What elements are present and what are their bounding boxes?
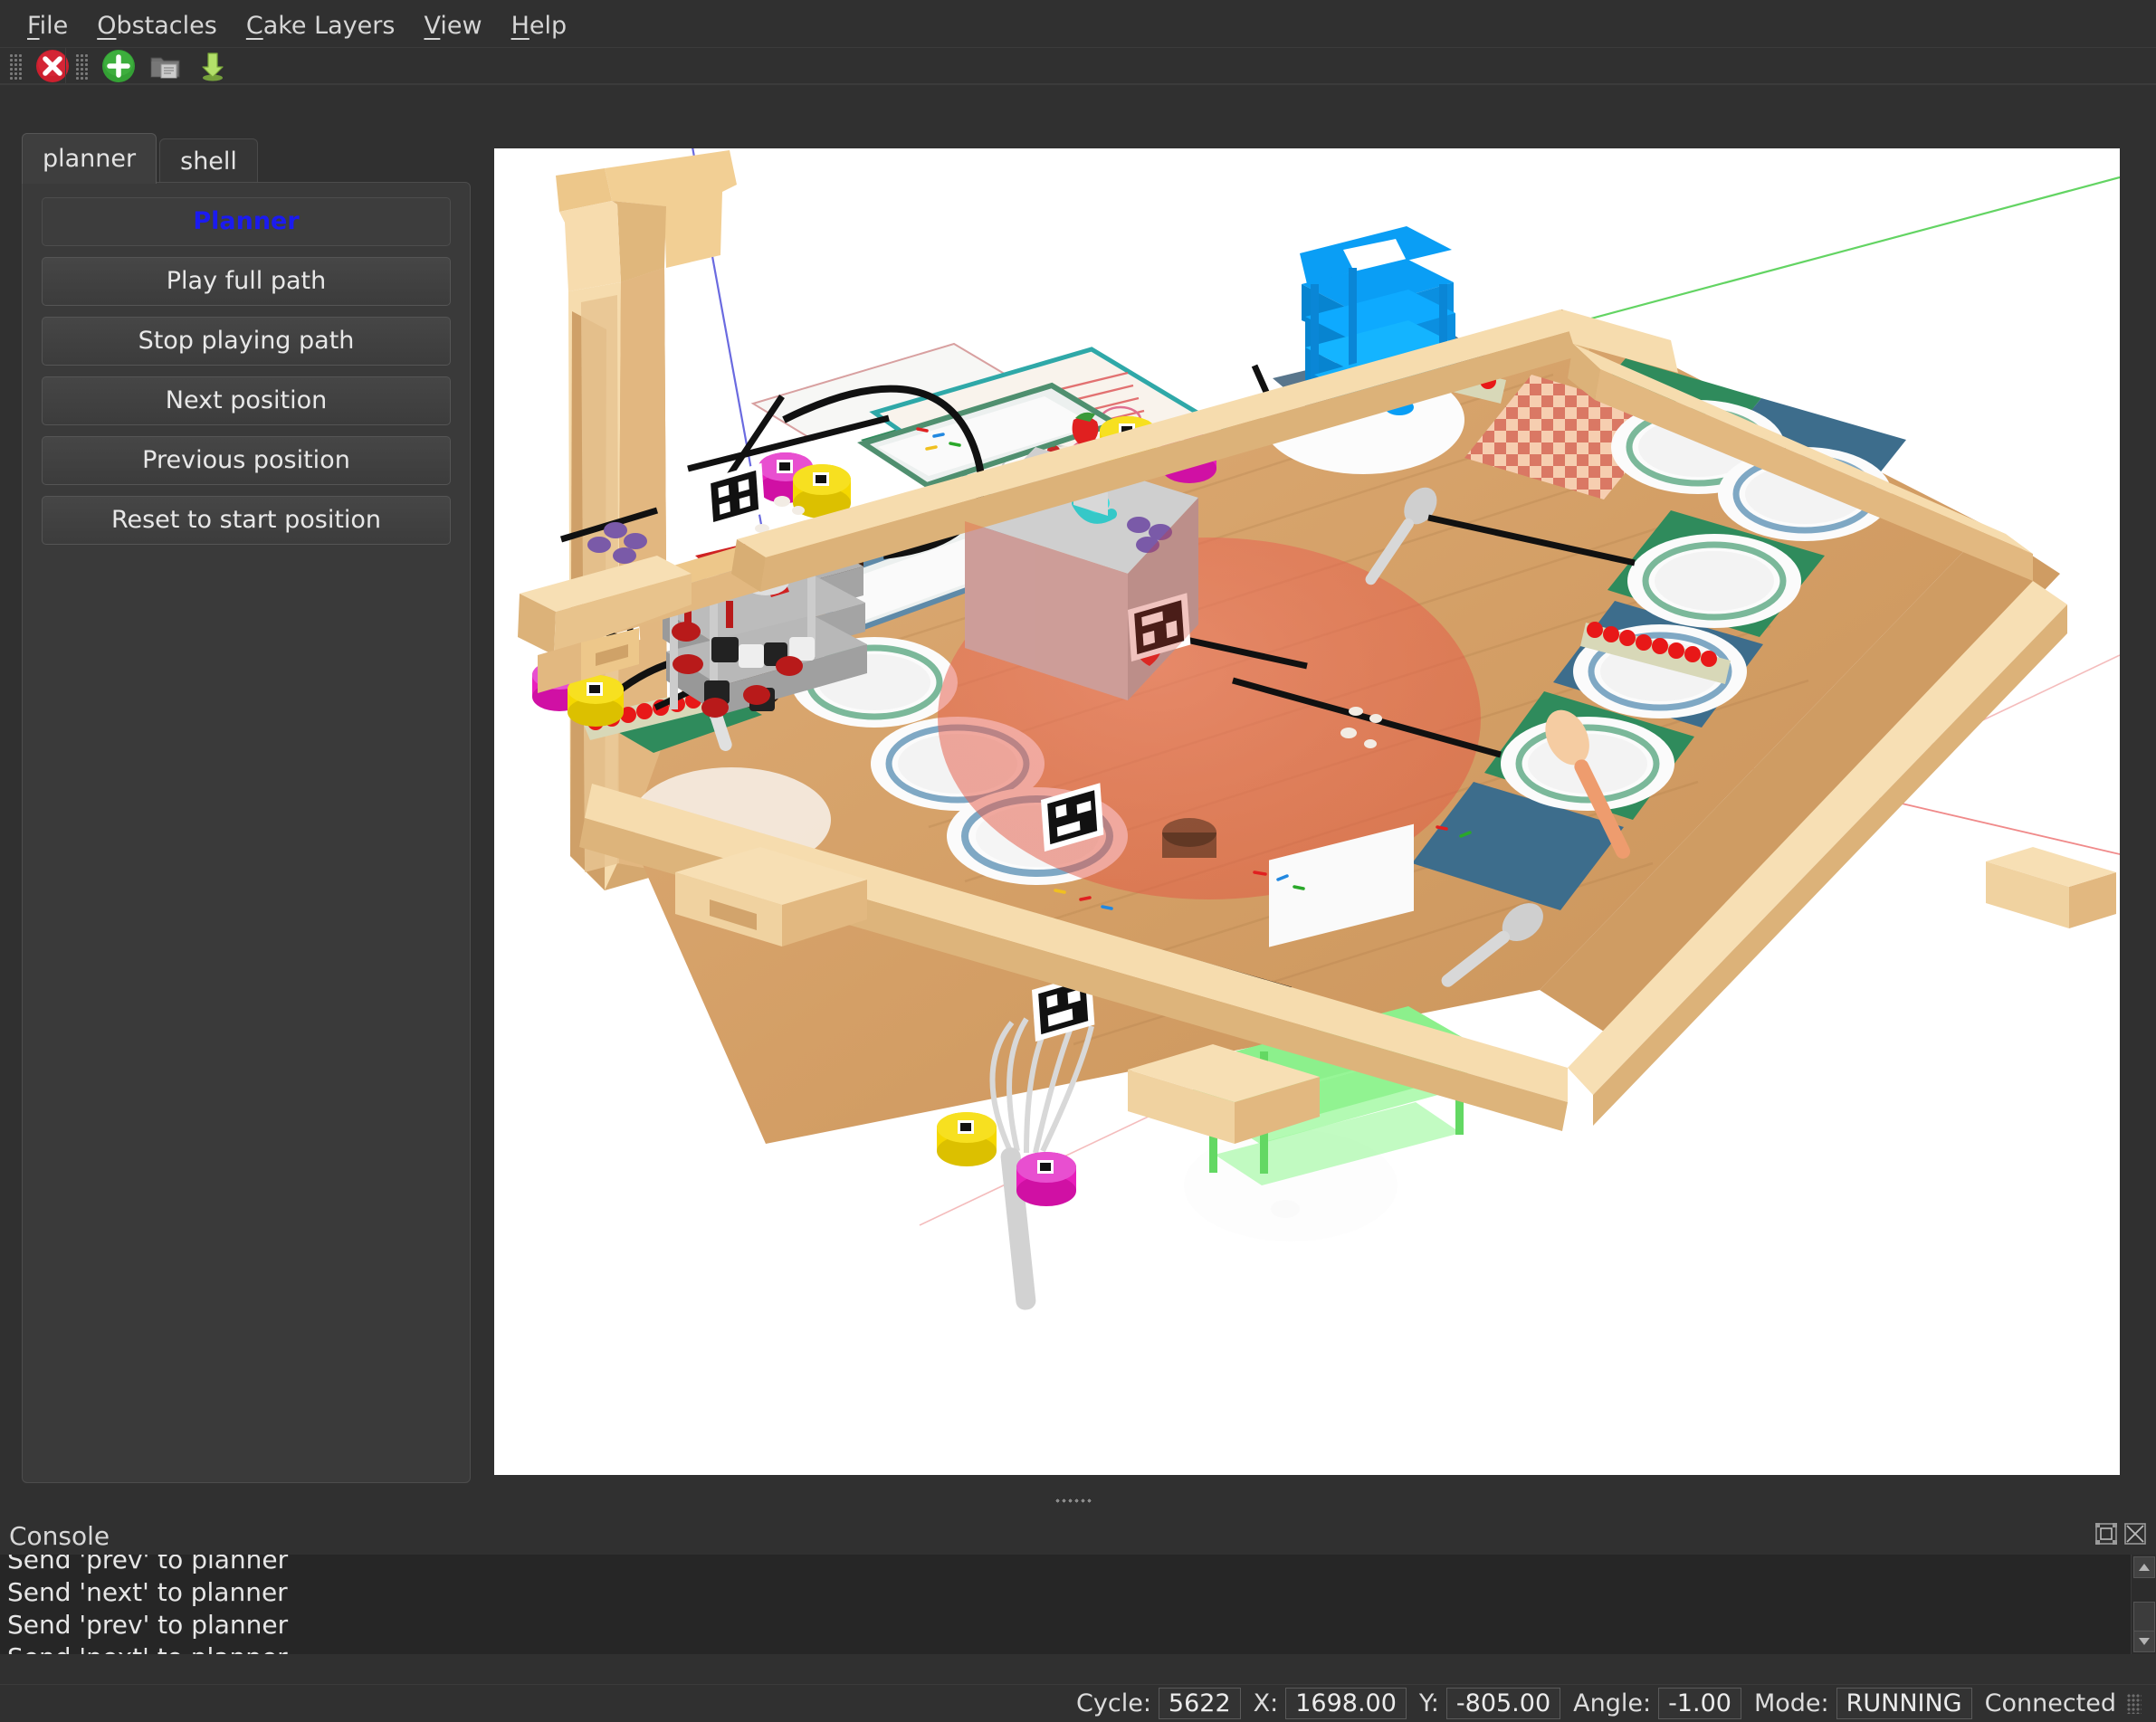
- dock-tab-bar: planner shell: [22, 133, 258, 184]
- planner-tab-page: Planner Play full path Stop playing path…: [22, 182, 471, 1483]
- close-icon[interactable]: [2123, 1522, 2147, 1546]
- tab-planner[interactable]: planner: [22, 133, 157, 184]
- add-button[interactable]: [95, 48, 142, 84]
- mode-label: Mode:: [1753, 1689, 1829, 1717]
- menu-item-obstacles[interactable]: Obstacles: [82, 10, 232, 42]
- download-button[interactable]: [189, 48, 236, 84]
- x-value: 1698.00: [1285, 1688, 1407, 1719]
- stop-playing-path-button[interactable]: Stop playing path: [42, 317, 451, 366]
- toolbar-drag-handle-2[interactable]: [75, 52, 88, 80]
- x-label: X:: [1253, 1689, 1279, 1717]
- menu-bar: File Obstacles Cake Layers View Help: [0, 4, 2156, 47]
- folder-document-icon: [150, 57, 180, 79]
- tab-shell[interactable]: shell: [159, 138, 258, 184]
- console-title: Console: [9, 1520, 110, 1551]
- chevron-up-icon: [2139, 1564, 2150, 1571]
- console-line-list: Send 'prev' to planner Send 'next' to pl…: [7, 1555, 288, 1654]
- menu-item-file[interactable]: File: [13, 10, 82, 42]
- cake-layer-yellow-4: [937, 1112, 997, 1166]
- toolbar: [0, 48, 2156, 84]
- open-document-button[interactable]: [142, 48, 189, 84]
- plate-green-right-2: [1627, 534, 1801, 628]
- console-header-icons: [2094, 1522, 2147, 1546]
- next-position-button[interactable]: Next position: [42, 376, 451, 425]
- toolbar-bottom-border: [0, 83, 2156, 85]
- tab-shell-label: shell: [180, 147, 237, 176]
- green-down-arrow-icon: [202, 52, 224, 81]
- console-dock: Console Send 'prev' to planner Send 'nex…: [0, 1517, 2156, 1687]
- play-full-path-button[interactable]: Play full path: [42, 257, 451, 306]
- bracket-far-right: [1986, 847, 2116, 928]
- y-label: Y:: [1418, 1689, 1439, 1717]
- status-bar: Cycle: 5622 X: 1698.00 Y: -805.00 Angle:…: [0, 1684, 2156, 1722]
- console-line: Send 'prev' to planner: [7, 1555, 289, 1575]
- planner-title: Planner: [42, 197, 451, 246]
- console-output[interactable]: Send 'prev' to planner Send 'next' to pl…: [0, 1555, 2156, 1654]
- console-line: Send 'next' to planner: [7, 1641, 288, 1654]
- cake-layer-magenta-4: [1016, 1152, 1076, 1206]
- console-line: Send 'prev' to planner: [7, 1610, 289, 1640]
- application-window: File Obstacles Cake Layers View Help pla…: [0, 0, 2156, 1722]
- angle-label: Angle:: [1573, 1689, 1652, 1717]
- console-line: Send 'next' to planner: [7, 1577, 288, 1607]
- cake-layer-brown-3: [1162, 818, 1216, 858]
- tab-planner-label: planner: [43, 145, 137, 173]
- chevron-down-icon: [2139, 1638, 2150, 1645]
- menu-item-view[interactable]: View: [409, 10, 496, 42]
- splitter-grip-dots: [1055, 1498, 1092, 1504]
- angle-value: -1.00: [1658, 1688, 1741, 1719]
- float-dock-icon[interactable]: [2094, 1522, 2118, 1546]
- cycle-value: 5622: [1158, 1688, 1241, 1719]
- previous-position-button[interactable]: Previous position: [42, 436, 451, 485]
- scroll-up-arrow[interactable]: [2133, 1556, 2155, 1578]
- menu-item-help[interactable]: Help: [497, 10, 582, 42]
- y-value: -805.00: [1445, 1688, 1561, 1719]
- toolbar-drag-handle-1[interactable]: [9, 52, 22, 80]
- cake-table-scene: Cherry: [518, 148, 2120, 1310]
- viewport-console-splitter[interactable]: [494, 1491, 2120, 1511]
- menu-item-cake-layers[interactable]: Cake Layers: [232, 10, 410, 42]
- simulation-3d-viewport[interactable]: Cherry: [494, 148, 2120, 1475]
- green-plus-circle-icon: [102, 50, 135, 82]
- connection-status: Connected: [1984, 1689, 2116, 1717]
- cycle-label: Cycle:: [1076, 1689, 1151, 1717]
- console-header: Console: [0, 1517, 2156, 1555]
- left-dock-panel: planner shell Planner Play full path Sto…: [13, 133, 480, 1483]
- reset-to-start-position-button[interactable]: Reset to start position: [42, 496, 451, 545]
- resize-grip[interactable]: [2127, 1693, 2142, 1714]
- scroll-down-arrow[interactable]: [2133, 1631, 2155, 1652]
- mode-value: RUNNING: [1836, 1688, 1972, 1719]
- console-scrollbar[interactable]: [2131, 1555, 2156, 1654]
- cake-layer-yellow-2: [568, 675, 624, 727]
